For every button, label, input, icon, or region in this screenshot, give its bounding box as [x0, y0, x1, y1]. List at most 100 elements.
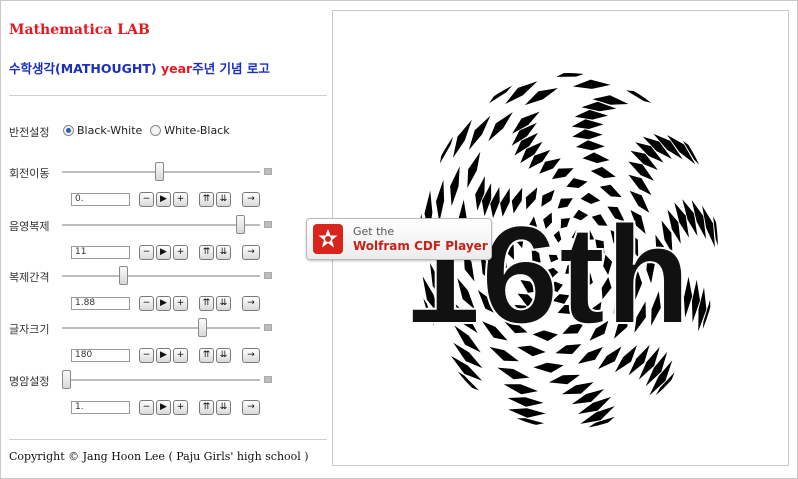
- swirl-segment: [530, 18, 574, 31]
- radio-unselected-icon[interactable]: [150, 125, 162, 136]
- slower-button[interactable]: ⇊: [216, 296, 231, 311]
- swirl-segment: [455, 431, 497, 449]
- invert-radio-group: Black-White White-Black: [63, 124, 230, 137]
- slider-value-input[interactable]: 1.: [71, 401, 130, 414]
- slider-expand-icon[interactable]: [264, 168, 272, 175]
- step-back-button[interactable]: −: [139, 245, 154, 260]
- radio-black-white[interactable]: Black-White: [63, 124, 142, 137]
- slower-button[interactable]: ⇊: [216, 192, 231, 207]
- step-forward-button[interactable]: +: [173, 245, 188, 260]
- slider-track[interactable]: [62, 266, 260, 285]
- slider-value-input[interactable]: 180: [71, 349, 130, 362]
- animator-controls: − ▶ + ⇈ ⇊ →: [139, 192, 260, 207]
- slower-button[interactable]: ⇊: [216, 400, 231, 415]
- swirl-segment: [505, 418, 544, 428]
- swirl-segment: [476, 73, 508, 102]
- swirl-segment: [418, 84, 429, 132]
- step-back-button[interactable]: −: [139, 296, 154, 311]
- swirl-segment: [566, 178, 588, 188]
- step-back-button[interactable]: −: [139, 348, 154, 363]
- swirl-segment: [552, 168, 574, 180]
- direction-button[interactable]: →: [242, 296, 260, 311]
- swirl-segment: [452, 119, 472, 158]
- step-forward-button[interactable]: +: [173, 296, 188, 311]
- swirl-segment: [590, 166, 616, 179]
- direction-button[interactable]: →: [242, 400, 260, 415]
- faster-button[interactable]: ⇈: [199, 296, 214, 311]
- slider-expand-icon[interactable]: [264, 376, 272, 383]
- step-back-button[interactable]: −: [139, 192, 154, 207]
- faster-button[interactable]: ⇈: [199, 400, 214, 415]
- swirl-segment: [534, 48, 574, 61]
- slider-track[interactable]: [62, 162, 260, 181]
- play-button[interactable]: ▶: [156, 348, 171, 363]
- swirl-segment: [377, 163, 384, 216]
- direction-button[interactable]: →: [242, 348, 260, 363]
- animator-controls: − ▶ + ⇈ ⇊ →: [139, 348, 260, 363]
- swirl-segment: [468, 115, 491, 151]
- radio-selected-icon[interactable]: [63, 125, 74, 136]
- swirl-segment: [677, 73, 716, 96]
- swirl-segment: [379, 272, 395, 320]
- swirl-segment: [434, 423, 476, 429]
- play-button[interactable]: ▶: [156, 245, 171, 260]
- swirl-segment: [527, 465, 571, 466]
- lab-title: Mathematica LAB: [9, 22, 150, 38]
- step-forward-button[interactable]: +: [173, 348, 188, 363]
- slider-track[interactable]: [62, 370, 260, 389]
- step-back-button[interactable]: −: [139, 400, 154, 415]
- swirl-segment: [370, 256, 384, 307]
- play-button[interactable]: ▶: [156, 192, 171, 207]
- swirl-segment: [488, 112, 513, 142]
- faster-button[interactable]: ⇈: [199, 348, 214, 363]
- step-forward-button[interactable]: +: [173, 400, 188, 415]
- swirl-segment: [731, 254, 739, 303]
- subtitle-year: year: [160, 61, 193, 76]
- swirl-segment: [467, 151, 481, 188]
- swirl-segment: [572, 428, 611, 429]
- swirl-segment: [607, 61, 648, 71]
- swirl-segment: [713, 216, 718, 261]
- swirl-segment: [527, 27, 570, 41]
- slider-track[interactable]: [62, 215, 260, 234]
- swirl-segment: [508, 408, 546, 418]
- swirl-segment: [724, 141, 749, 184]
- slider-value-input[interactable]: 0.: [71, 193, 130, 206]
- slider-label: 회전이동: [9, 167, 50, 180]
- direction-button[interactable]: →: [242, 245, 260, 260]
- faster-button[interactable]: ⇈: [199, 192, 214, 207]
- swirl-segment: [498, 426, 539, 429]
- radio-white-black[interactable]: White-Black: [150, 124, 230, 137]
- slider-thumb[interactable]: [155, 162, 164, 181]
- slider-thumb[interactable]: [62, 370, 71, 389]
- slower-button[interactable]: ⇊: [216, 348, 231, 363]
- slider-expand-icon[interactable]: [264, 324, 272, 331]
- slider-value-input[interactable]: 1.88: [71, 297, 130, 310]
- swirl-segment: [572, 79, 611, 89]
- swirl-segment: [467, 73, 499, 97]
- slider-label: 명암설정: [9, 375, 50, 388]
- play-button[interactable]: ▶: [156, 296, 171, 311]
- slider-expand-icon[interactable]: [264, 272, 272, 279]
- swirl-segment: [603, 49, 646, 59]
- direction-button[interactable]: →: [242, 192, 260, 207]
- get-cdf-player-button[interactable]: Get the Wolfram CDF Player: [306, 218, 492, 260]
- slider-thumb[interactable]: [236, 215, 245, 234]
- swirl-segment: [418, 361, 435, 398]
- swirl-segment: [461, 73, 494, 90]
- swirl-segment: [637, 405, 669, 429]
- swirl-segment: [624, 425, 660, 429]
- swirl-segment: [672, 75, 710, 103]
- faster-button[interactable]: ⇈: [199, 245, 214, 260]
- slider-thumb[interactable]: [198, 318, 207, 337]
- play-button[interactable]: ▶: [156, 400, 171, 415]
- slider-expand-icon[interactable]: [264, 221, 272, 228]
- slider-value-input[interactable]: 11: [71, 246, 130, 259]
- slider-thumb[interactable]: [119, 266, 128, 285]
- swirl-segment: [741, 237, 749, 287]
- slider-track[interactable]: [62, 318, 260, 337]
- step-forward-button[interactable]: +: [173, 192, 188, 207]
- swirl-segment: [576, 140, 605, 151]
- swirl-segment: [692, 389, 718, 429]
- slower-button[interactable]: ⇊: [216, 245, 231, 260]
